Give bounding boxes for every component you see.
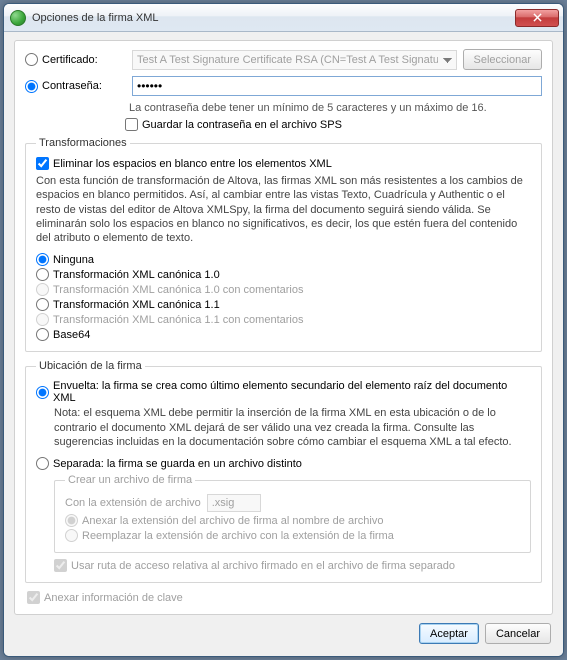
append-key-label: Anexar información de clave — [44, 592, 183, 604]
dialog-window: Opciones de la firma XML Certificado: Se… — [3, 3, 564, 657]
tf-c11-label: Transformación XML canónica 1.1 — [53, 299, 220, 311]
detached-radio[interactable] — [36, 457, 49, 470]
cert-row: Certificado: Seleccionar — [25, 49, 542, 70]
append-key-row: Anexar información de clave — [27, 591, 542, 604]
tf-c10c-radio — [36, 283, 49, 296]
tf-c11c-label: Transformación XML canónica 1.1 con come… — [53, 314, 303, 326]
tf-c10-label: Transformación XML canónica 1.0 — [53, 269, 220, 281]
tf-b64-radio[interactable] — [36, 328, 49, 341]
strip-ws-row: Eliminar los espacios en blanco entre lo… — [36, 157, 531, 170]
titlebar: Opciones de la firma XML — [4, 4, 563, 32]
relpath-label: Usar ruta de acceso relativa al archivo … — [71, 560, 455, 572]
sf-replace-radio — [65, 529, 78, 542]
ext-input — [207, 494, 261, 512]
tf-b64-label: Base64 — [53, 329, 90, 341]
pwd-row: Contraseña: — [25, 76, 542, 96]
enveloped-note: Nota: el esquema XML debe permitir la in… — [54, 406, 531, 449]
sf-replace-label: Reemplazar la extensión de archivo con l… — [82, 530, 394, 542]
pwd-hint: La contraseña debe tener un mínimo de 5 … — [129, 102, 542, 114]
append-key-checkbox — [27, 591, 40, 604]
footer: Aceptar Cancelar — [14, 615, 553, 646]
tf-none-radio[interactable] — [36, 253, 49, 266]
tf-c11c-radio — [36, 313, 49, 326]
enveloped-radio[interactable] — [36, 386, 49, 399]
pwd-radio[interactable] — [25, 80, 38, 93]
save-pwd-row: Guardar la contraseña en el archivo SPS — [125, 118, 542, 131]
cancel-button[interactable]: Cancelar — [485, 623, 551, 644]
sigfile-group: Crear un archivo de firma Con la extensi… — [54, 474, 531, 553]
sf-append-radio — [65, 514, 78, 527]
ok-button[interactable]: Aceptar — [419, 623, 479, 644]
save-pwd-label: Guardar la contraseña en el archivo SPS — [142, 119, 342, 131]
transform-desc: Con esta función de transformación de Al… — [36, 174, 531, 245]
sf-append-label: Anexar la extensión del archivo de firma… — [82, 515, 383, 527]
strip-ws-label: Eliminar los espacios en blanco entre lo… — [53, 158, 332, 170]
pwd-label: Contraseña: — [42, 80, 132, 92]
enveloped-label: Envuelta: la firma se crea como último e… — [53, 380, 531, 404]
placement-group: Ubicación de la firma Envuelta: la firma… — [25, 360, 542, 583]
tf-c10c-label: Transformación XML canónica 1.0 con come… — [53, 284, 303, 296]
relpath-checkbox — [54, 559, 67, 572]
tf-c11-radio[interactable] — [36, 298, 49, 311]
close-button[interactable] — [515, 9, 559, 27]
pwd-input[interactable] — [132, 76, 542, 96]
cert-radio[interactable] — [25, 53, 38, 66]
cert-combo[interactable] — [132, 50, 457, 70]
tf-none-label: Ninguna — [53, 254, 94, 266]
app-icon — [10, 10, 26, 26]
placement-legend: Ubicación de la firma — [36, 360, 145, 372]
ext-label: Con la extensión de archivo — [65, 497, 201, 509]
strip-ws-checkbox[interactable] — [36, 157, 49, 170]
save-pwd-checkbox[interactable] — [125, 118, 138, 131]
cert-label: Certificado: — [42, 54, 132, 66]
transform-group: Transformaciones Eliminar los espacios e… — [25, 137, 542, 352]
select-cert-button[interactable]: Seleccionar — [463, 49, 542, 70]
sigfile-legend: Crear un archivo de firma — [65, 474, 195, 486]
tf-c10-radio[interactable] — [36, 268, 49, 281]
window-title: Opciones de la firma XML — [32, 12, 515, 24]
close-icon — [533, 13, 542, 22]
content-panel: Certificado: Seleccionar Contraseña: La … — [14, 40, 553, 615]
dialog-body: Certificado: Seleccionar Contraseña: La … — [4, 32, 563, 656]
detached-label: Separada: la firma se guarda en un archi… — [53, 458, 302, 470]
transform-legend: Transformaciones — [36, 137, 130, 149]
